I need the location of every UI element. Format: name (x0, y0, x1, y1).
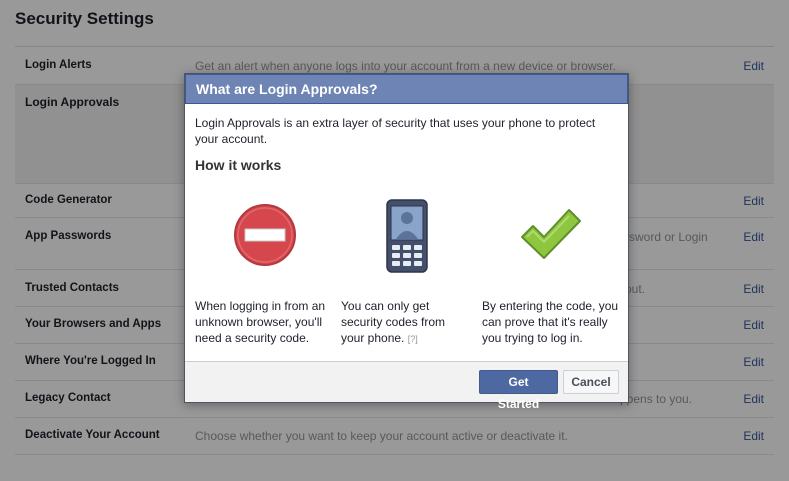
help-link[interactable]: [?] (408, 334, 418, 344)
login-approvals-dialog: What are Login Approvals? Login Approval… (184, 73, 629, 411)
step-3-text: By entering the code, you can prove that… (482, 299, 619, 345)
step-2-text: You can only get security codes from you… (341, 298, 469, 347)
dialog-intro-text: Login Approvals is an extra layer of sec… (195, 116, 596, 146)
dialog-title: What are Login Approvals? (185, 74, 628, 104)
checkmark-icon (519, 207, 583, 264)
how-it-works-heading: How it works (195, 157, 282, 173)
cancel-button[interactable]: Cancel (563, 370, 619, 394)
get-started-button[interactable]: Get Started (479, 370, 558, 411)
mobile-phone-icon (386, 199, 428, 276)
step-1-text: When logging in from an unknown browser,… (195, 299, 326, 345)
no-entry-icon (233, 203, 297, 270)
dialog-footer: Get Started Cancel (185, 361, 628, 411)
step-2-label: You can only get security codes from you… (341, 299, 446, 345)
